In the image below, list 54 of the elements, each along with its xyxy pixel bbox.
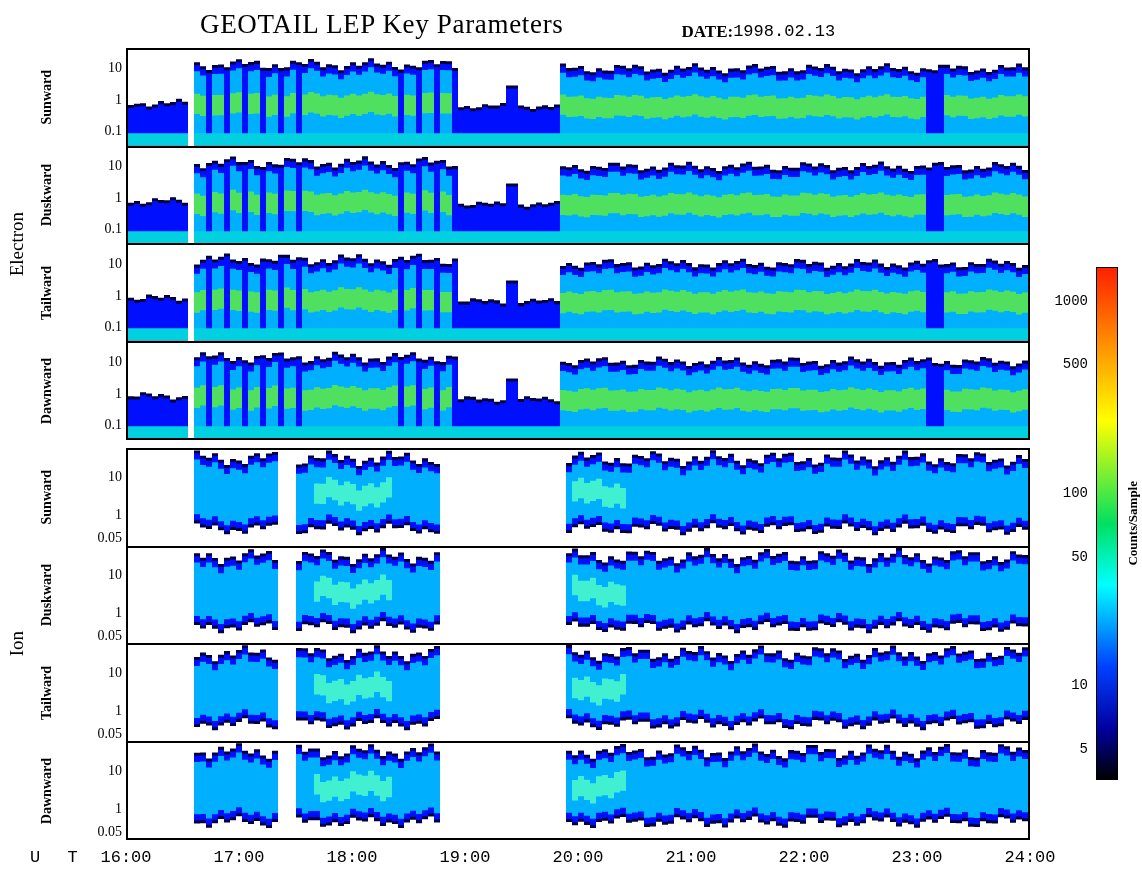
x-tick-label: 19:00 [438,847,492,870]
date-label: DATE: [681,20,734,43]
color-scale-tick-label: 100 [1062,485,1088,500]
y-tick-label: 0.05 [97,825,122,840]
x-tick-label: 21:00 [664,847,718,870]
panel-label: Tailward [37,266,55,320]
panel-label: Dawnward [37,757,55,825]
y-tick-label: 1 [115,703,122,718]
y-tick-label: 10 [108,470,122,485]
x-tick-label: 22:00 [777,847,831,870]
y-tick-label: 0.1 [104,418,122,433]
y-tick-label: 10 [108,354,122,369]
x-tick-label: 24:00 [1003,847,1057,870]
y-tick-label: 0.05 [97,727,122,742]
y-tick-label: 10 [108,158,122,173]
y-tick-label: 1 [115,386,122,401]
y-tick-label: 0.1 [104,124,122,139]
x-tick-label: 23:00 [890,847,944,870]
y-tick-label: 0.1 [104,320,122,335]
y-tick-label: 1 [115,507,122,522]
y-tick-label: 10 [108,666,122,681]
panel-label: Duskward [37,563,55,627]
group-label: Electron [4,211,28,277]
color-scale-label: Counts/Sample [1124,481,1142,566]
y-tick-label: 0.1 [104,222,122,237]
y-tick-label: 1 [115,288,122,303]
y-tick-label: 10 [108,60,122,75]
panel-label: Sunward [37,69,55,125]
color-scale-tick-label: 5 [1079,742,1088,757]
x-tick-label: 20:00 [551,847,605,870]
color-scale-tick-label: 1000 [1054,293,1088,308]
x-tick-label: 16:00 [99,847,153,870]
date-value: 1998.02.13 [733,20,836,43]
panel-label: Tailward [37,666,55,720]
color-scale-tick-label: 10 [1071,678,1088,693]
panel-label: Dawnward [37,357,55,425]
x-axis-label: U T [29,847,88,870]
y-tick-label: 1 [115,605,122,620]
color-scale-tick-label: 500 [1062,357,1088,372]
chart-title: GEOTAIL LEP Key Parameters [200,7,564,41]
y-tick-label: 10 [108,568,122,583]
panel-label: Duskward [37,163,55,227]
group-label: Ion [4,631,28,657]
y-tick-label: 0.05 [97,531,122,546]
y-tick-label: 1 [115,190,122,205]
y-tick-label: 1 [115,801,122,816]
x-tick-label: 18:00 [325,847,379,870]
panel-label: Sunward [37,469,55,525]
color-scale-tick-label: 50 [1071,549,1088,564]
y-tick-label: 10 [108,764,122,779]
y-tick-label: 1 [115,92,122,107]
x-tick-label: 17:00 [212,847,266,870]
y-tick-label: 10 [108,256,122,271]
y-tick-label: 0.05 [97,629,122,644]
